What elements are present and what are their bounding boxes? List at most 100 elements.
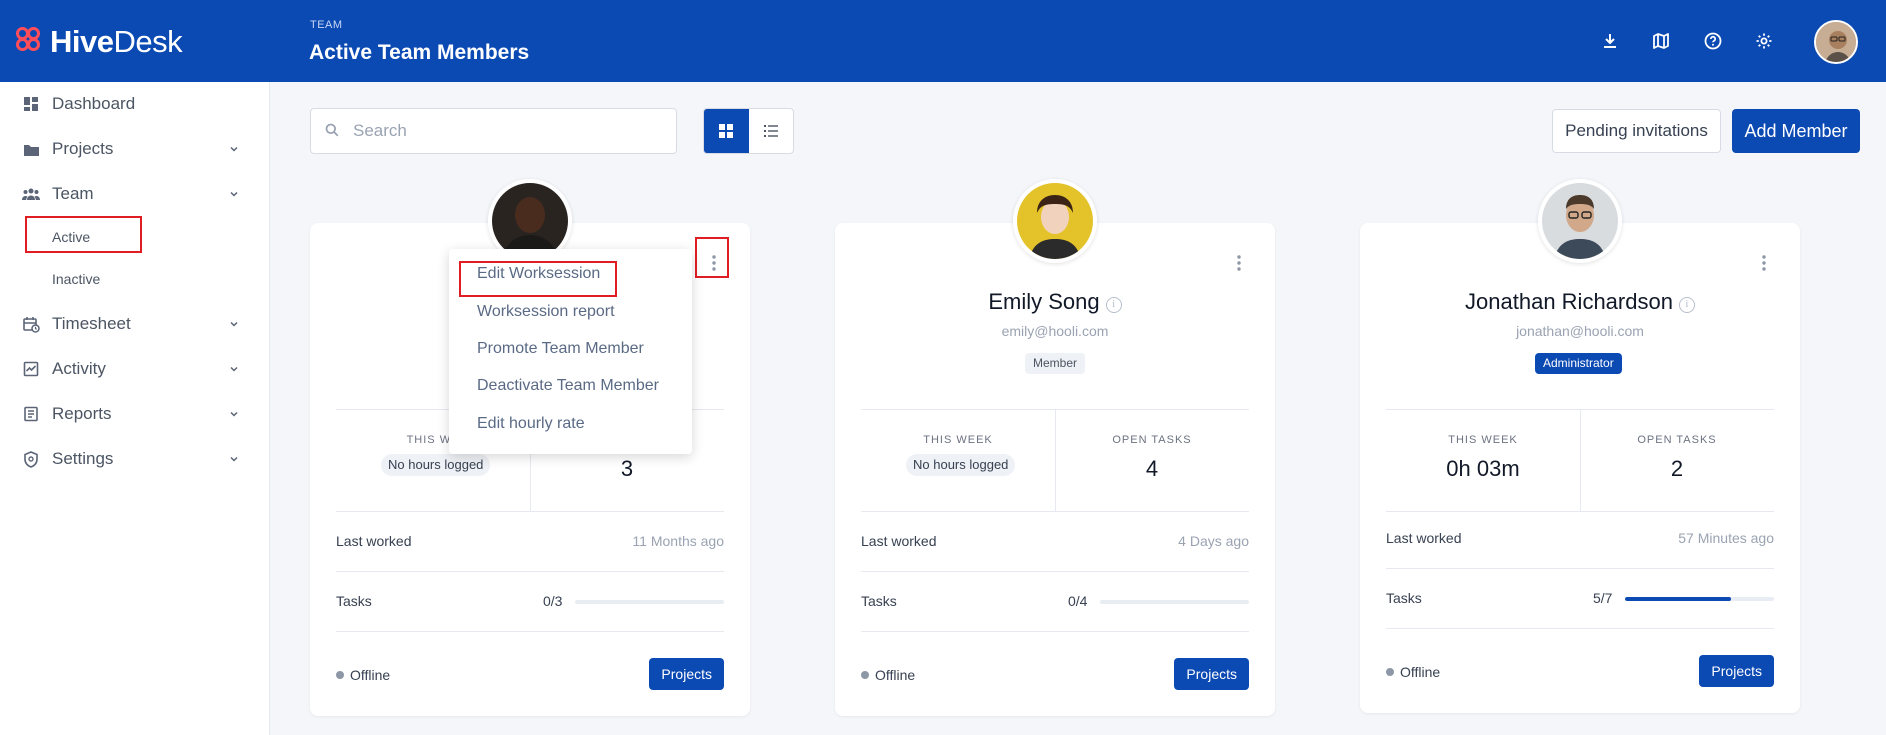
tasks-progress-bar (575, 600, 724, 604)
page-section-label: TEAM (310, 19, 343, 31)
member-email: jonathan@hooli.com (1516, 323, 1644, 339)
search-box[interactable] (310, 108, 677, 154)
sidebar-item-label: Settings (52, 449, 114, 468)
status-indicator: Offline (1386, 664, 1440, 680)
last-worked-value: 4 Days ago (1178, 533, 1249, 549)
tasks-label: Tasks (1386, 590, 1422, 606)
open-tasks-value: 2 (1670, 456, 1684, 481)
tasks-count: 5/7 (1593, 590, 1613, 606)
projects-button[interactable]: Projects (1174, 658, 1249, 690)
tasks-progress-bar (1625, 597, 1774, 601)
chevron-down-icon (230, 411, 238, 417)
pending-invitations-button[interactable]: Pending invitations (1552, 109, 1721, 153)
sidebar-item-label: Activity (52, 359, 106, 378)
divider (861, 631, 1249, 632)
download-icon[interactable] (1598, 29, 1622, 53)
info-icon[interactable]: i (1105, 297, 1122, 313)
edit-worksession-highlight-box (459, 261, 617, 297)
member-email: emily@hooli.com (1001, 323, 1109, 339)
grid-icon (719, 124, 734, 138)
list-icon (763, 125, 778, 137)
last-worked-label: Last worked (1386, 530, 1462, 546)
dashboard-icon (22, 95, 40, 113)
tasks-progress-bar (1100, 600, 1249, 604)
reports-icon (22, 405, 40, 423)
menu-item-promote-member[interactable]: Promote Team Member (477, 340, 644, 358)
role-badge: Member (1025, 353, 1086, 374)
status-dot (861, 671, 869, 679)
divider (336, 571, 724, 572)
search-icon (325, 123, 339, 137)
member-actions-menu: Edit Worksession Worksession report Prom… (449, 249, 692, 454)
member-avatar (1013, 179, 1097, 263)
sidebar-item-timesheet[interactable]: Timesheet (0, 304, 270, 344)
settings-icon[interactable] (1752, 29, 1776, 53)
chevron-down-icon (230, 146, 238, 152)
add-member-button[interactable]: Add Member (1732, 109, 1860, 153)
menu-item-edit-hourly-rate[interactable]: Edit hourly rate (477, 415, 585, 433)
search-input[interactable] (353, 117, 663, 145)
more-options-highlight-box (695, 237, 729, 278)
this-week-label: THIS WEEK (1448, 434, 1518, 446)
hivedesk-logo[interactable]: HiveDesk (16, 22, 183, 62)
tasks-count: 0/3 (543, 593, 563, 609)
sidebar-item-activity[interactable]: Activity (0, 349, 270, 389)
projects-button[interactable]: Projects (1699, 655, 1774, 687)
help-icon[interactable] (1701, 29, 1725, 53)
member-card: Jonathan Richardson i jonathan@hooli.com … (1360, 179, 1800, 713)
divider (1386, 628, 1774, 629)
role-badge: Administrator (1535, 353, 1622, 374)
divider (1386, 511, 1774, 512)
last-worked-value: 57 Minutes ago (1678, 530, 1774, 546)
menu-item-worksession-report[interactable]: Worksession report (477, 303, 615, 321)
open-tasks-label: OPEN TASKS (1112, 434, 1192, 446)
sidebar-item-label: Projects (52, 139, 114, 158)
member-name: Emily Song i (835, 289, 1275, 315)
open-tasks-value: 4 (1145, 456, 1159, 481)
sidebar-item-reports[interactable]: Reports (0, 394, 270, 434)
tasks-label: Tasks (861, 593, 897, 609)
sidebar-item-dashboard[interactable]: Dashboard (0, 84, 270, 124)
this-week-value: No hours logged (381, 454, 491, 476)
chevron-down-icon (230, 456, 238, 462)
last-worked-value: 11 Months ago (632, 533, 724, 549)
status-dot (336, 671, 344, 679)
menu-item-deactivate-member[interactable]: Deactivate Team Member (477, 377, 659, 395)
view-toggle (703, 108, 794, 154)
chevron-down-icon (230, 321, 238, 327)
logo-mark-icon (16, 27, 46, 57)
this-week-value: 0h 03m (1446, 456, 1520, 481)
more-options-icon[interactable] (1232, 251, 1246, 275)
info-icon[interactable]: i (1678, 297, 1695, 313)
sidebar-item-projects[interactable]: Projects (0, 129, 270, 169)
page-title: Active Team Members (309, 41, 530, 64)
status-indicator: Offline (861, 667, 915, 683)
list-view-button[interactable] (749, 109, 794, 153)
divider (861, 511, 1249, 512)
active-highlight-box (25, 216, 142, 253)
top-header: HiveDesk TEAM Active Team Members (0, 0, 1886, 82)
this-week-value: No hours logged (906, 454, 1016, 476)
sidebar-item-settings[interactable]: Settings (0, 439, 270, 479)
grid-view-button[interactable] (704, 109, 749, 153)
sidebar-item-label: Reports (52, 404, 112, 423)
tasks-count: 0/4 (1068, 593, 1088, 609)
open-tasks-value: 3 (620, 456, 634, 481)
projects-button[interactable]: Projects (649, 658, 724, 690)
more-options-icon[interactable] (1757, 251, 1771, 275)
member-avatar (1538, 179, 1622, 263)
sidebar: Dashboard Projects Team Active Inactive … (0, 82, 270, 735)
sidebar-subitem-inactive[interactable]: Inactive (52, 271, 100, 287)
open-tasks-label: OPEN TASKS (1637, 434, 1717, 446)
user-avatar[interactable] (1814, 20, 1858, 64)
last-worked-label: Last worked (861, 533, 937, 549)
chevron-down-icon (230, 191, 238, 197)
member-name: Jonathan Richardson i (1360, 289, 1800, 315)
map-icon[interactable] (1649, 29, 1673, 53)
settings-shield-icon (22, 450, 40, 468)
sidebar-item-label: Dashboard (52, 94, 136, 113)
tasks-label: Tasks (336, 593, 372, 609)
divider (336, 631, 724, 632)
team-icon (22, 185, 40, 203)
sidebar-item-team[interactable]: Team (0, 174, 270, 214)
